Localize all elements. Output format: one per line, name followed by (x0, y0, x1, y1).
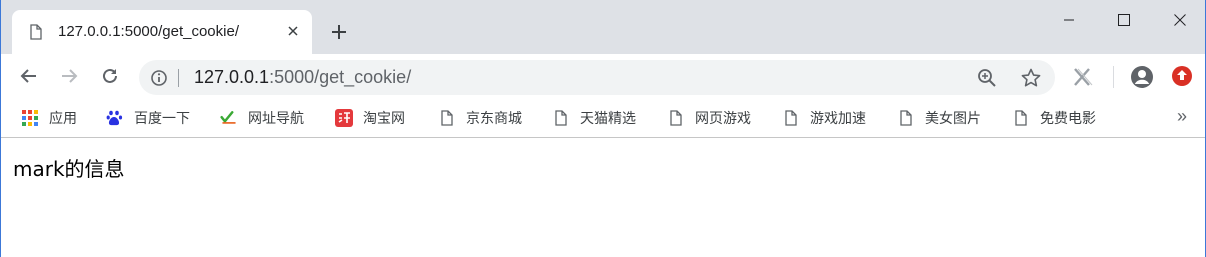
page-content: mark的信息 (1, 139, 1205, 257)
bookmark-jd[interactable]: 京东商城 (438, 107, 522, 129)
taobao-icon (335, 109, 353, 127)
bookmark-label: 天猫精选 (580, 110, 636, 126)
bookmark-baidu[interactable]: 百度一下 (106, 107, 190, 129)
minimize-icon (1064, 19, 1074, 21)
bookmark-web-games[interactable]: 网页游戏 (667, 107, 751, 129)
bookmark-label: 美女图片 (925, 110, 981, 126)
bookmark-hao[interactable]: 网址导航 (220, 107, 304, 129)
url-host: 127.0.0.1 (194, 67, 270, 87)
bookmark-tmall[interactable]: 天猫精选 (552, 107, 636, 129)
active-tab[interactable]: 127.0.0.1:5000/get_cookie/ (12, 10, 312, 54)
bookmark-label: 京东商城 (466, 110, 522, 126)
star-icon[interactable] (1020, 67, 1042, 89)
maximize-button[interactable] (1096, 0, 1152, 40)
profile-avatar-icon[interactable] (1130, 65, 1154, 89)
tab-close-button[interactable] (284, 22, 302, 40)
info-icon[interactable] (150, 69, 168, 87)
maximize-icon (1118, 14, 1130, 26)
reload-button[interactable] (96, 62, 124, 90)
url-path: :5000/get_cookie/ (269, 67, 412, 87)
bookmark-label: 免费电影 (1040, 110, 1096, 126)
browser-window: 127.0.0.1:5000/get_cookie/ 127.0.0.1:500… (0, 0, 1206, 257)
bookmark-apps[interactable]: 应用 (21, 107, 77, 129)
window-close-button[interactable] (1152, 0, 1206, 40)
page-icon (30, 24, 42, 40)
close-icon (1174, 14, 1186, 26)
apps-grid-icon (21, 109, 39, 127)
plus-icon (332, 25, 346, 39)
bookmark-label: 网址导航 (248, 110, 304, 126)
arrow-left-icon (20, 69, 36, 83)
bookmark-label: 百度一下 (134, 110, 190, 126)
tab-strip: 127.0.0.1:5000/get_cookie/ (1, 0, 1205, 54)
toolbar-divider (1113, 66, 1114, 88)
url-text[interactable]: 127.0.0.1:5000/get_cookie/ (194, 67, 411, 88)
update-arrow-icon[interactable] (1171, 65, 1193, 87)
hao-icon (220, 109, 238, 127)
page-icon (897, 109, 915, 127)
bookmark-label: 淘宝网 (363, 110, 405, 126)
browser-toolbar: 127.0.0.1:5000/get_cookie/ (1, 54, 1205, 100)
page-icon (1012, 109, 1030, 127)
bookmark-game-accel[interactable]: 游戏加速 (782, 107, 866, 129)
bookmark-taobao[interactable]: 淘宝网 (335, 107, 405, 129)
bookmark-label: 应用 (49, 110, 77, 126)
bookmark-label: 游戏加速 (810, 110, 866, 126)
baidu-paw-icon (106, 109, 124, 127)
tab-title: 127.0.0.1:5000/get_cookie/ (58, 23, 239, 40)
omnibox-divider (178, 69, 179, 87)
page-icon (667, 109, 685, 127)
reload-icon (103, 68, 117, 83)
page-icon (782, 109, 800, 127)
close-icon (288, 26, 298, 36)
zoom-icon[interactable] (977, 68, 997, 88)
page-icon (438, 109, 456, 127)
page-icon (552, 109, 570, 127)
minimize-button[interactable] (1041, 0, 1097, 40)
extension-x-icon[interactable] (1071, 66, 1093, 88)
back-button[interactable] (15, 62, 43, 90)
arrow-right-icon (62, 69, 78, 83)
forward-button[interactable] (55, 62, 83, 90)
new-tab-button[interactable] (327, 20, 351, 44)
address-bar[interactable]: 127.0.0.1:5000/get_cookie/ (139, 60, 1055, 95)
bookmark-movies[interactable]: 免费电影 (1012, 107, 1096, 129)
cookie-info-text: mark的信息 (13, 157, 125, 181)
bookmark-pictures[interactable]: 美女图片 (897, 107, 981, 129)
bookmarks-bar: 应用 百度一下 网址导航 淘宝网 京东商城 天猫精选 网页游戏 游戏加速 美女图… (1, 100, 1205, 138)
bookmarks-overflow-button[interactable]: » (1177, 106, 1195, 126)
bookmark-label: 网页游戏 (695, 110, 751, 126)
